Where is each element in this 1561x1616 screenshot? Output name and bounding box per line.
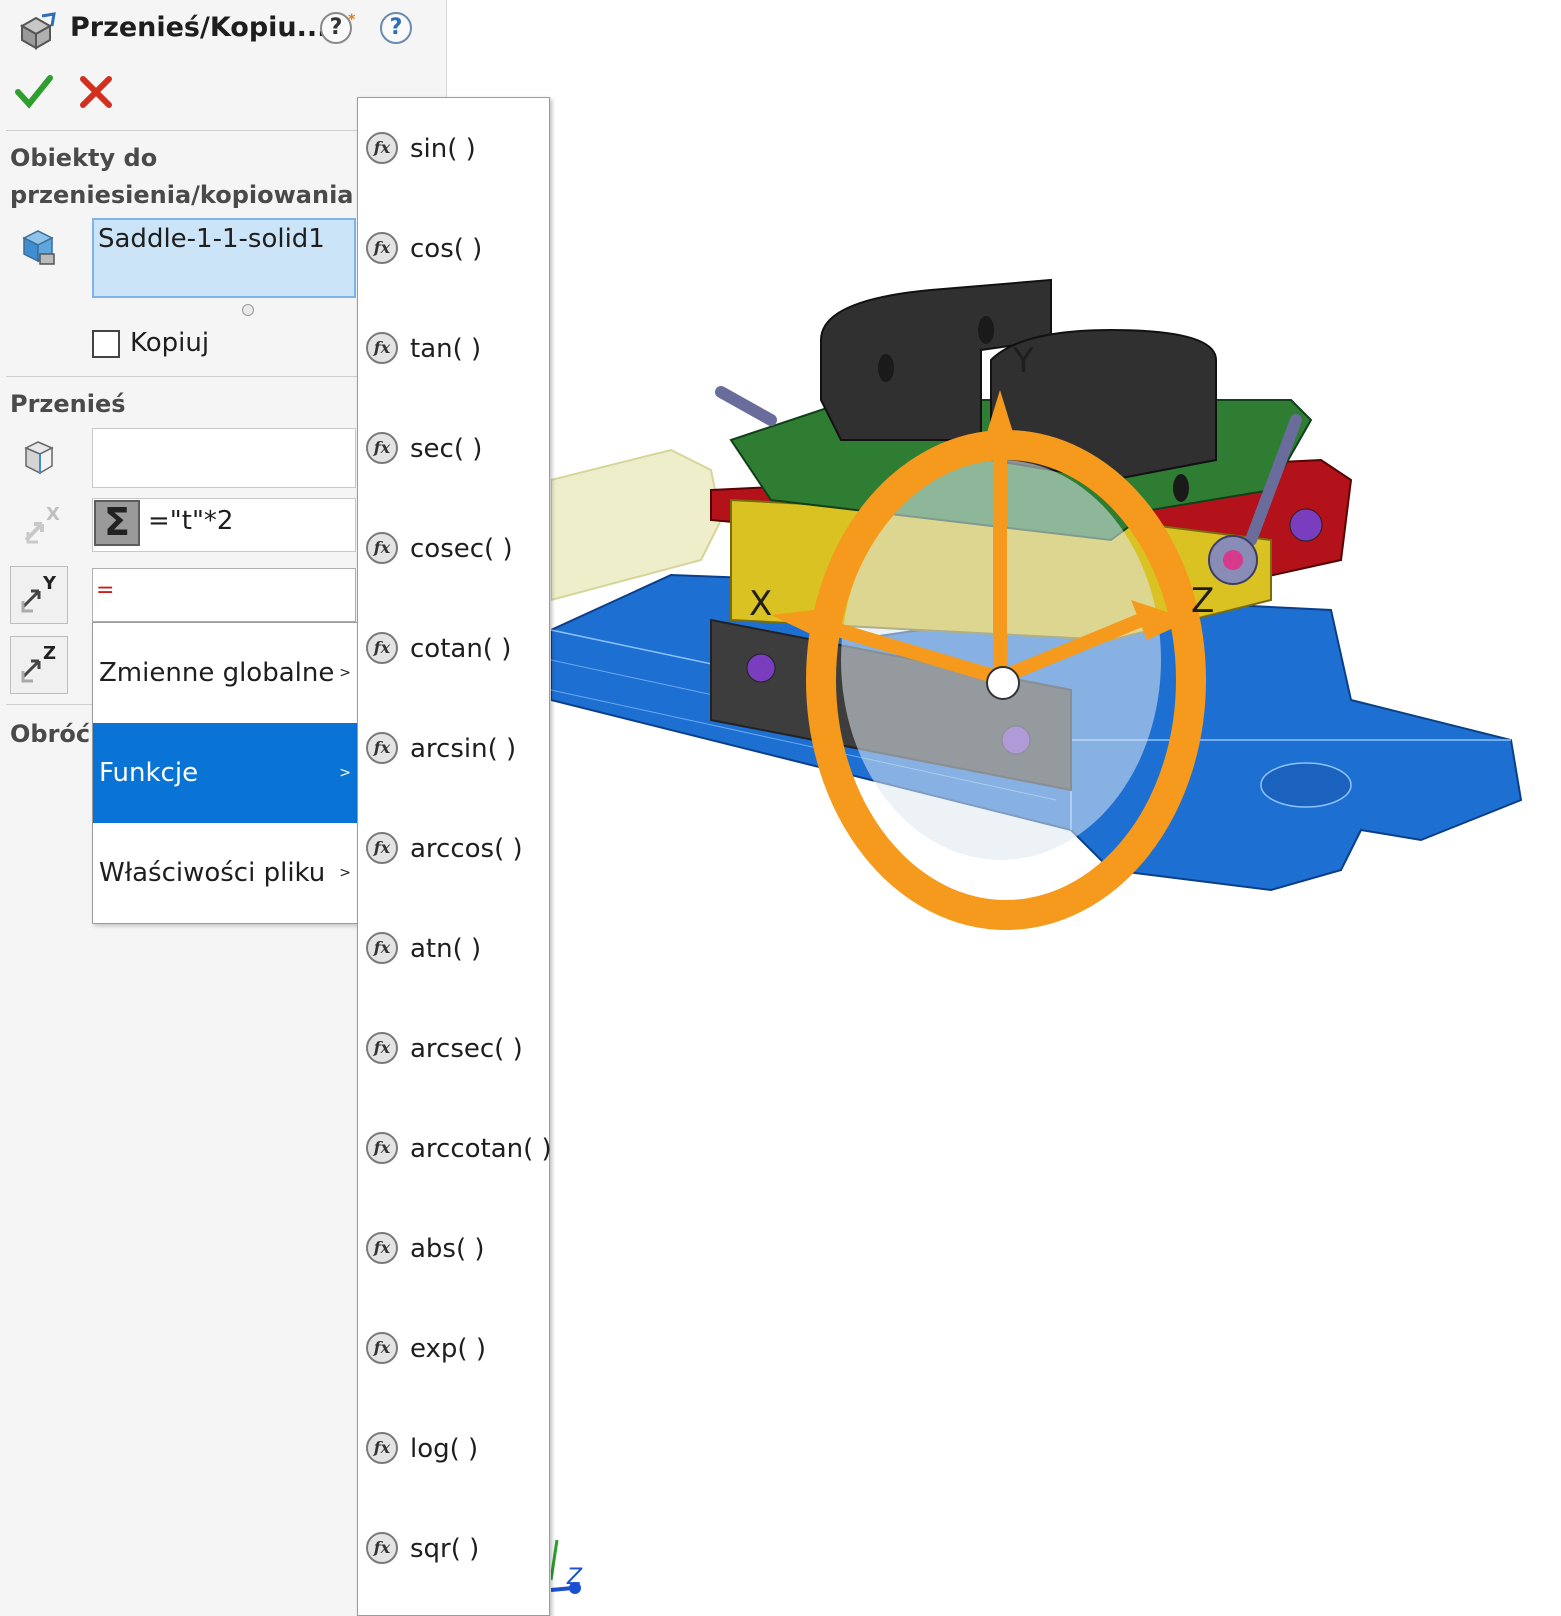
function-icon: fx: [366, 932, 398, 964]
copy-checkbox-label: Kopiuj: [130, 328, 210, 358]
function-label: arccos( ): [410, 834, 523, 864]
function-item-abs[interactable]: fx abs( ): [358, 1198, 549, 1298]
function-icon: fx: [366, 332, 398, 364]
function-item-atn[interactable]: fx atn( ): [358, 898, 549, 998]
menu-item-functions[interactable]: Funkcje >: [93, 723, 357, 823]
mini-triad-label-z: Z: [566, 1565, 583, 1590]
function-label: arcsec( ): [410, 1034, 523, 1064]
mini-triad-y-axis: [551, 1539, 559, 1581]
cancel-button[interactable]: [76, 72, 116, 112]
function-item-cotan[interactable]: fx cotan( ): [358, 598, 549, 698]
list-resize-handle[interactable]: [242, 304, 254, 316]
sum-equation-icon[interactable]: Σ: [94, 500, 140, 546]
whats-new-help-button[interactable]: ? *: [320, 12, 355, 44]
function-item-sec[interactable]: fx sec( ): [358, 398, 549, 498]
delta-x-icon: X: [24, 504, 60, 544]
help-glyph: ?: [389, 15, 403, 40]
submenu-arrow-icon: >: [339, 665, 351, 681]
menu-item-file-properties[interactable]: Właściwości pliku >: [93, 823, 357, 923]
assembly-model[interactable]: Y X Z Z: [551, 0, 1561, 1616]
function-item-arccos[interactable]: fx arccos( ): [358, 798, 549, 898]
function-item-tan[interactable]: fx tan( ): [358, 298, 549, 398]
function-icon: fx: [366, 132, 398, 164]
function-icon: fx: [366, 232, 398, 264]
function-label: exp( ): [410, 1334, 486, 1364]
function-icon: fx: [366, 1332, 398, 1364]
vertex-reference-icon: [24, 441, 54, 475]
copy-checkbox[interactable]: [92, 330, 120, 358]
delta-z-axis-button[interactable]: Z: [10, 636, 68, 694]
function-label: arcsin( ): [410, 734, 517, 764]
function-icon: fx: [366, 432, 398, 464]
panel-title: Przenieś/Kopiu...: [70, 12, 328, 43]
checkmark-icon: [15, 75, 53, 109]
function-item-arcsin[interactable]: fx arcsin( ): [358, 698, 549, 798]
section-title-objects: Obiekty do przeniesienia/kopiowania: [10, 144, 354, 209]
function-item-cos[interactable]: fx cos( ): [358, 198, 549, 298]
function-item-arccotan[interactable]: fx arccotan( ): [358, 1098, 552, 1198]
function-item-arcsec[interactable]: fx arcsec( ): [358, 998, 549, 1098]
function-item-cosec[interactable]: fx cosec( ): [358, 498, 549, 598]
ok-button[interactable]: [14, 72, 54, 112]
function-item-exp[interactable]: fx exp( ): [358, 1298, 549, 1398]
help-button[interactable]: ?: [380, 12, 412, 44]
delta-z-icon: Z: [21, 643, 56, 683]
delta-y-equation[interactable]: =: [96, 578, 114, 603]
delta-y-icon: Y: [21, 573, 57, 613]
function-label: abs( ): [410, 1234, 485, 1264]
close-icon: [80, 76, 112, 108]
solid-body-icon: [22, 230, 55, 265]
move-reference-field[interactable]: [92, 428, 356, 488]
function-label: atn( ): [410, 934, 482, 964]
star-icon: *: [348, 12, 356, 28]
help-glyph: ?: [329, 15, 343, 40]
function-icon: fx: [366, 732, 398, 764]
function-label: sin( ): [410, 134, 476, 164]
section-title-rotate: Obróć: [10, 720, 91, 748]
function-item-log[interactable]: fx log( ): [358, 1398, 549, 1498]
function-label: tan( ): [410, 334, 482, 364]
function-label: log( ): [410, 1434, 479, 1464]
functions-submenu: fx sin( ) fx cos( ) fx tan( ) fx sec( ) fx cosec(…: [357, 97, 552, 1616]
section-title-move: Przenieś: [10, 390, 126, 418]
menu-item-label: Funkcje: [99, 758, 199, 788]
svg-text:Y: Y: [42, 573, 57, 594]
function-label: sec( ): [410, 434, 483, 464]
equation-context-menu: Zmienne globalne > Funkcje > Właściwości…: [92, 622, 358, 924]
delta-y-axis-button[interactable]: Y: [10, 566, 68, 624]
triad-label-x: X: [749, 584, 772, 624]
function-label: arccotan( ): [410, 1134, 552, 1164]
bodies-selection-box[interactable]: Saddle-1-1-solid1: [92, 218, 356, 298]
svg-text:X: X: [46, 504, 60, 525]
submenu-arrow-icon: >: [339, 865, 351, 881]
function-item-sin[interactable]: fx sin( ): [358, 98, 549, 198]
function-icon: fx: [366, 1032, 398, 1064]
function-label: cotan( ): [410, 634, 512, 664]
delta-y-field[interactable]: [92, 568, 356, 622]
menu-item-global-variables[interactable]: Zmienne globalne >: [93, 623, 357, 723]
function-icon: fx: [366, 1432, 398, 1464]
delta-x-equation[interactable]: ="t"*2: [148, 506, 233, 536]
function-item-sqr[interactable]: fx sqr( ): [358, 1498, 549, 1598]
function-label: sqr( ): [410, 1534, 480, 1564]
selected-body-item[interactable]: Saddle-1-1-solid1: [98, 224, 325, 254]
function-icon: fx: [366, 1532, 398, 1564]
triad-label-y: Y: [1012, 341, 1034, 381]
function-icon: fx: [366, 1232, 398, 1264]
function-icon: fx: [366, 532, 398, 564]
menu-item-label: Właściwości pliku: [99, 858, 326, 888]
triad-label-z: Z: [1191, 581, 1214, 621]
graphics-viewport[interactable]: Y X Z Z: [551, 0, 1561, 1616]
svg-text:Z: Z: [43, 643, 56, 664]
function-icon: fx: [366, 632, 398, 664]
function-label: cos( ): [410, 234, 483, 264]
move-copy-feature-icon: [19, 12, 56, 50]
submenu-arrow-icon: >: [339, 765, 351, 781]
menu-item-label: Zmienne globalne: [99, 658, 335, 688]
function-icon: fx: [366, 1132, 398, 1164]
function-label: cosec( ): [410, 534, 513, 564]
triad-origin[interactable]: [986, 666, 1020, 700]
function-icon: fx: [366, 832, 398, 864]
